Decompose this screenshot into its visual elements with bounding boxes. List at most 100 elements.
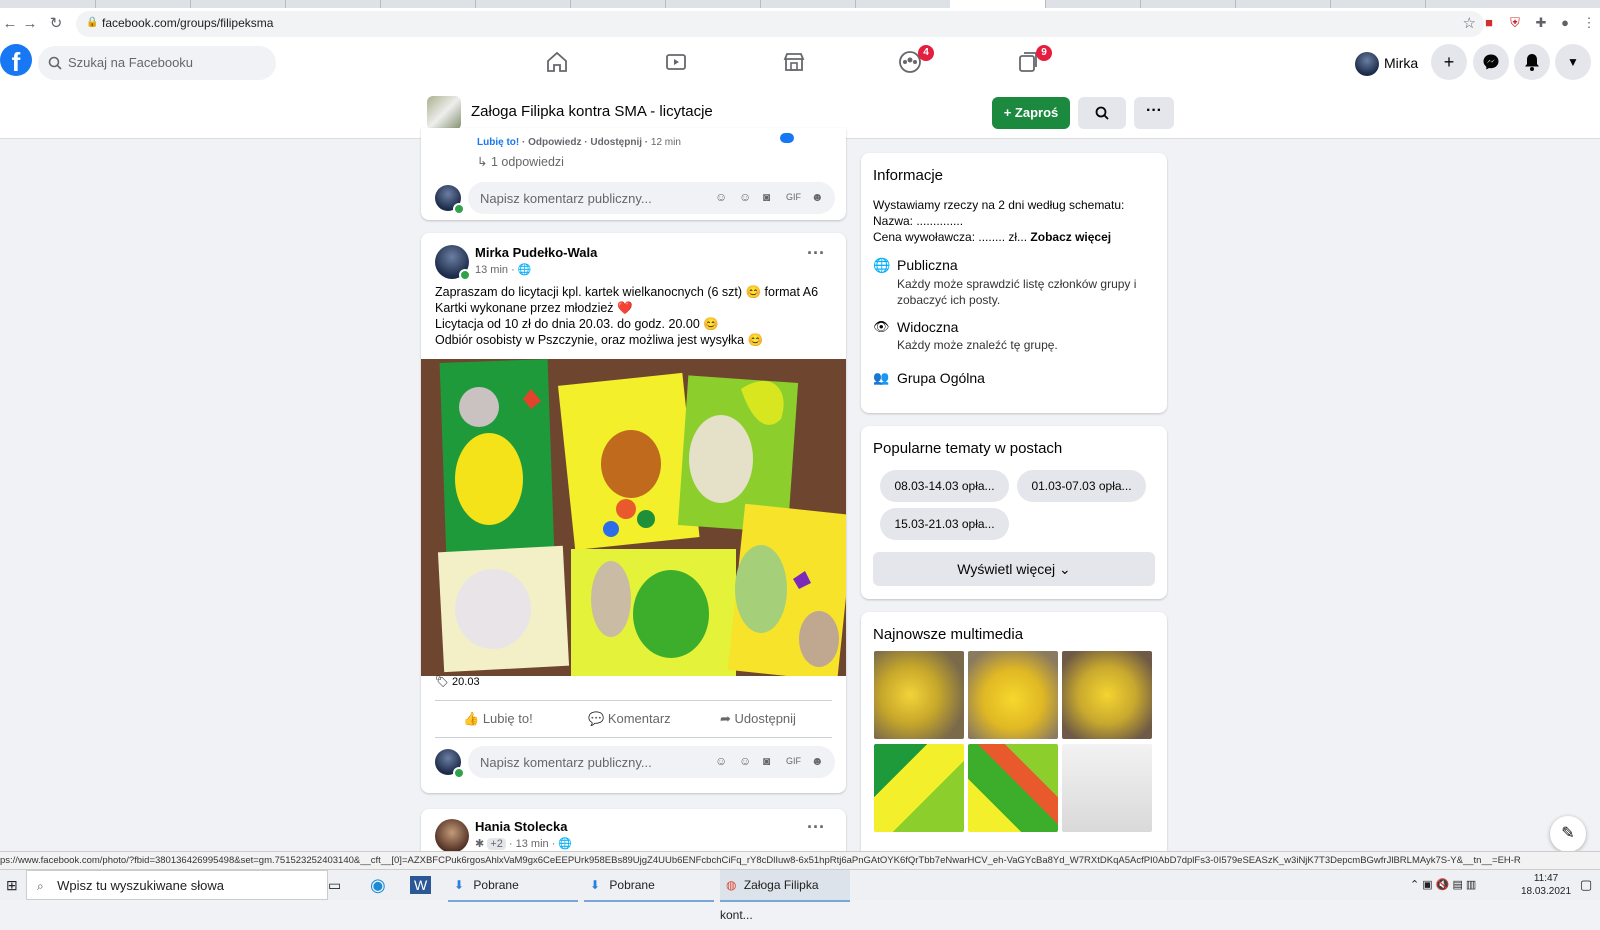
invite-button[interactable]: + Zaproś <box>992 97 1070 129</box>
browser-tab-active[interactable] <box>950 0 1046 8</box>
comment-share-link[interactable]: Udostępnij <box>590 137 642 148</box>
media-thumbnail[interactable] <box>968 651 1058 739</box>
create-plus-icon[interactable]: + <box>1431 44 1467 80</box>
topic-chip[interactable]: 08.03-14.03 opła... <box>880 470 1009 502</box>
browser-tab[interactable] <box>1235 0 1331 8</box>
extra-authors[interactable]: +2 <box>487 838 506 850</box>
comment-like-link[interactable]: Lubię to! <box>477 137 519 148</box>
author-avatar[interactable] <box>435 819 469 853</box>
media-thumbnail[interactable] <box>968 744 1058 832</box>
shield-extension-icon[interactable]: ⛨ <box>1506 14 1524 32</box>
word-icon[interactable]: W <box>410 870 432 900</box>
browser-tab[interactable] <box>855 0 951 8</box>
facebook-logo-icon[interactable]: f <box>0 44 32 77</box>
browser-tab[interactable] <box>475 0 571 8</box>
address-bar[interactable]: 🔒 facebook.com/groups/filipeksma ☆ <box>76 11 1484 37</box>
gaming-feed-icon[interactable]: 9 <box>1016 45 1052 78</box>
watch-video-icon[interactable] <box>664 50 692 78</box>
post-time[interactable]: 13 min <box>516 838 549 850</box>
post-more-icon[interactable]: ··· <box>807 243 825 264</box>
avatar-sticker-icon[interactable]: ☺ <box>715 754 727 768</box>
online-indicator <box>459 269 471 281</box>
home-icon[interactable] <box>545 50 573 78</box>
post-more-icon[interactable]: ··· <box>807 817 825 838</box>
group-search-button[interactable] <box>1078 97 1126 129</box>
messenger-icon[interactable] <box>1473 44 1509 80</box>
avatar-sticker-icon[interactable]: ☺ <box>715 190 727 204</box>
reload-icon[interactable]: ↻ <box>46 14 66 34</box>
browser-tab[interactable] <box>1045 0 1141 8</box>
replies-link[interactable]: ↳ 1 odpowiedzi <box>477 154 564 169</box>
comment-input[interactable]: Napisz komentarz publiczny... ☺ ☺ ◙ GIF … <box>468 182 835 214</box>
group-people-icon: 👥 <box>873 370 890 385</box>
extensions-puzzle-icon[interactable]: ✚ <box>1532 14 1550 32</box>
like-button[interactable]: 👍 Lubię to! <box>463 702 533 736</box>
taskbar-downloads-2[interactable]: ⬇ Pobrane <box>584 870 714 902</box>
action-center-icon[interactable]: ▢ <box>1580 870 1592 900</box>
emoji-icon[interactable]: ☺ <box>739 190 751 204</box>
notifications-bell-icon[interactable] <box>1514 44 1550 80</box>
gif-icon[interactable]: GIF <box>786 756 801 766</box>
browser-tab[interactable] <box>95 0 191 8</box>
share-button[interactable]: ➦ Udostępnij <box>720 702 796 736</box>
windows-start-icon[interactable]: ⊞ <box>6 870 18 900</box>
post-time[interactable]: 13 min <box>475 264 508 276</box>
browser-tab[interactable] <box>285 0 381 8</box>
task-view-icon[interactable]: ▭ <box>328 870 341 900</box>
browser-tab[interactable] <box>1140 0 1236 8</box>
forward-arrow-icon[interactable]: → <box>20 14 40 34</box>
show-more-button[interactable]: Wyświetl więcej ⌄ <box>873 552 1155 586</box>
emoji-icon[interactable]: ☺ <box>739 754 751 768</box>
gif-icon[interactable]: GIF <box>786 192 801 202</box>
sticker-icon[interactable]: ☻ <box>811 190 824 204</box>
like-label: Lubię to! <box>482 711 533 726</box>
comment-reply-link[interactable]: Odpowiedz <box>528 137 581 148</box>
facebook-search-input[interactable]: Szukaj na Facebooku <box>38 46 276 80</box>
browser-tab[interactable] <box>380 0 476 8</box>
post-author[interactable]: Mirka Pudełko-Wala <box>475 245 597 260</box>
media-thumbnail[interactable] <box>874 651 964 739</box>
edge-icon[interactable]: ◉ <box>370 870 386 900</box>
marketplace-icon[interactable] <box>782 50 810 78</box>
groups-icon[interactable]: 4 <box>898 45 934 78</box>
post-author[interactable]: Hania Stolecka <box>475 819 568 834</box>
taskbar-search-box[interactable]: ⌕ Wpisz tu wyszukiwane słowa <box>26 870 328 900</box>
browser-tab[interactable] <box>570 0 666 8</box>
topic-chip[interactable]: 15.03-21.03 opła... <box>880 508 1009 540</box>
sticker-icon[interactable]: ☻ <box>811 754 824 768</box>
browser-tab[interactable] <box>0 0 96 8</box>
replies-count: 1 odpowiedzi <box>490 155 564 169</box>
taskbar-clock[interactable]: 11:47 18.03.2021 <box>1520 870 1572 902</box>
user-avatar[interactable] <box>1355 52 1379 76</box>
bookmark-star-icon[interactable]: ☆ <box>1463 14 1476 32</box>
profile-icon[interactable]: ● <box>1556 14 1574 32</box>
pdf-extension-icon[interactable]: ■ <box>1480 14 1498 32</box>
browser-menu-icon[interactable]: ⋮ <box>1580 14 1598 32</box>
group-more-button[interactable]: ··· <box>1134 97 1174 129</box>
browser-tab[interactable] <box>190 0 286 8</box>
new-message-edit-icon[interactable]: ✎ <box>1550 816 1586 852</box>
media-thumbnail[interactable] <box>1062 744 1152 832</box>
see-more-link[interactable]: Zobacz więcej <box>1030 230 1111 244</box>
user-name[interactable]: Mirka <box>1384 55 1418 71</box>
back-arrow-icon[interactable]: ← <box>0 14 20 34</box>
taskbar-chrome-window[interactable]: ◍ Załoga Filipka kont... <box>720 870 850 922</box>
media-thumbnail[interactable] <box>874 744 964 832</box>
camera-icon[interactable]: ◙ <box>763 190 770 204</box>
comment-input[interactable]: Napisz komentarz publiczny... ☺ ☺ ◙ GIF … <box>468 746 835 778</box>
account-dropdown-icon[interactable]: ▼ <box>1555 44 1591 80</box>
divider <box>435 737 832 738</box>
taskbar-downloads-1[interactable]: ⬇ Pobrane <box>448 870 578 902</box>
system-tray-icons[interactable]: ⌃ ▣ 🔇 ▤ ▥ <box>1410 870 1476 900</box>
group-thumbnail[interactable] <box>427 96 461 130</box>
browser-tab[interactable] <box>760 0 856 8</box>
post-tag[interactable]: 🏷 20.03 <box>435 675 480 688</box>
camera-icon[interactable]: ◙ <box>763 754 770 768</box>
browser-tab[interactable] <box>665 0 761 8</box>
topic-chip[interactable]: 01.03-07.03 opła... <box>1017 470 1146 502</box>
media-thumbnail[interactable] <box>1062 651 1152 739</box>
browser-tab[interactable] <box>1330 0 1426 8</box>
comment-button[interactable]: 💬 Komentarz <box>588 702 671 736</box>
group-name[interactable]: Załoga Filipka kontra SMA - licytacje <box>471 103 713 120</box>
post-photo[interactable] <box>421 359 846 676</box>
